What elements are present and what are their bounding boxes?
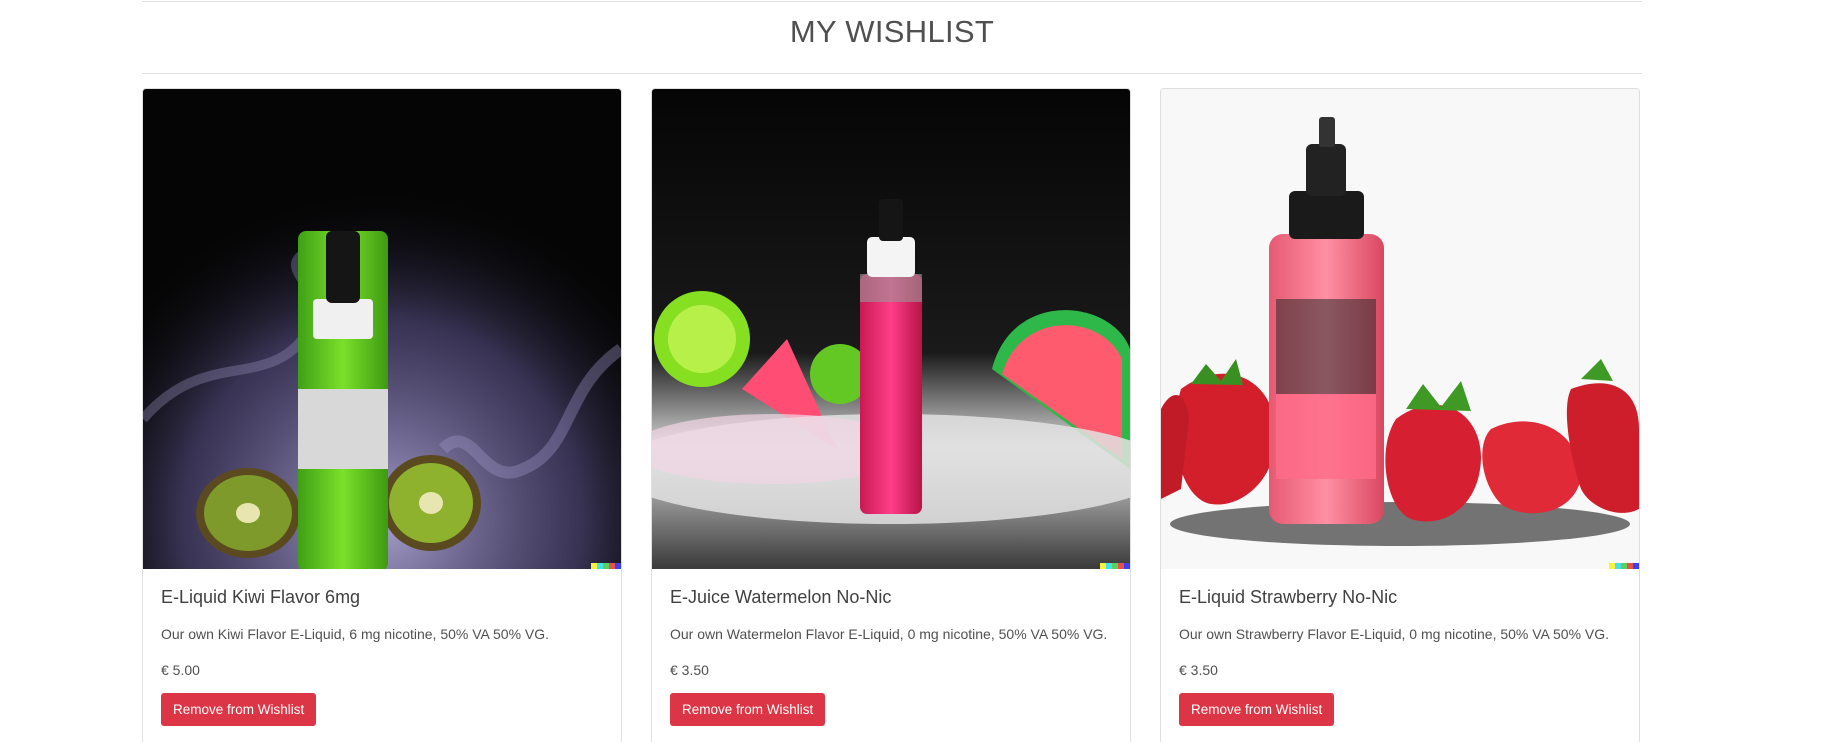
title-divider: [142, 73, 1642, 74]
product-price: € 3.50: [670, 662, 709, 678]
wishlist-card: E-Liquid Kiwi Flavor 6mg Our own Kiwi Fl…: [142, 88, 622, 742]
product-price: € 5.00: [161, 662, 200, 678]
color-swatch: [1609, 563, 1639, 569]
strawberry-eliquid-bottle-image[interactable]: [1161, 89, 1639, 569]
product-name[interactable]: E-Liquid Strawberry No-Nic: [1179, 587, 1621, 608]
product-description: Our own Kiwi Flavor E-Liquid, 6 mg nicot…: [161, 626, 550, 642]
kiwi-eliquid-bottle-image[interactable]: [143, 89, 621, 569]
product-name[interactable]: E-Juice Watermelon No-Nic: [670, 587, 1112, 608]
wishlist-page: MY WISHLIST E-Liquid Kiwi Flavor 6mg Our…: [0, 0, 1828, 742]
watermelon-eliquid-bottle-image[interactable]: [652, 89, 1130, 569]
wishlist-card: E-Liquid Strawberry No-Nic Our own Straw…: [1160, 88, 1640, 742]
wishlist-card: E-Juice Watermelon No-Nic Our own Waterm…: [651, 88, 1131, 742]
remove-from-wishlist-button[interactable]: Remove from Wishlist: [161, 693, 317, 726]
remove-from-wishlist-button[interactable]: Remove from Wishlist: [1179, 693, 1335, 726]
color-swatch: [591, 563, 621, 569]
page-title: MY WISHLIST: [789, 14, 995, 49]
remove-from-wishlist-button[interactable]: Remove from Wishlist: [670, 693, 826, 726]
product-description: Our own Watermelon Flavor E-Liquid, 0 mg…: [670, 626, 1108, 642]
color-swatch: [1100, 563, 1130, 569]
product-description: Our own Strawberry Flavor E-Liquid, 0 mg…: [1179, 626, 1610, 642]
product-name[interactable]: E-Liquid Kiwi Flavor 6mg: [161, 587, 603, 608]
product-price: € 3.50: [1179, 662, 1218, 678]
top-divider: [142, 1, 1642, 2]
